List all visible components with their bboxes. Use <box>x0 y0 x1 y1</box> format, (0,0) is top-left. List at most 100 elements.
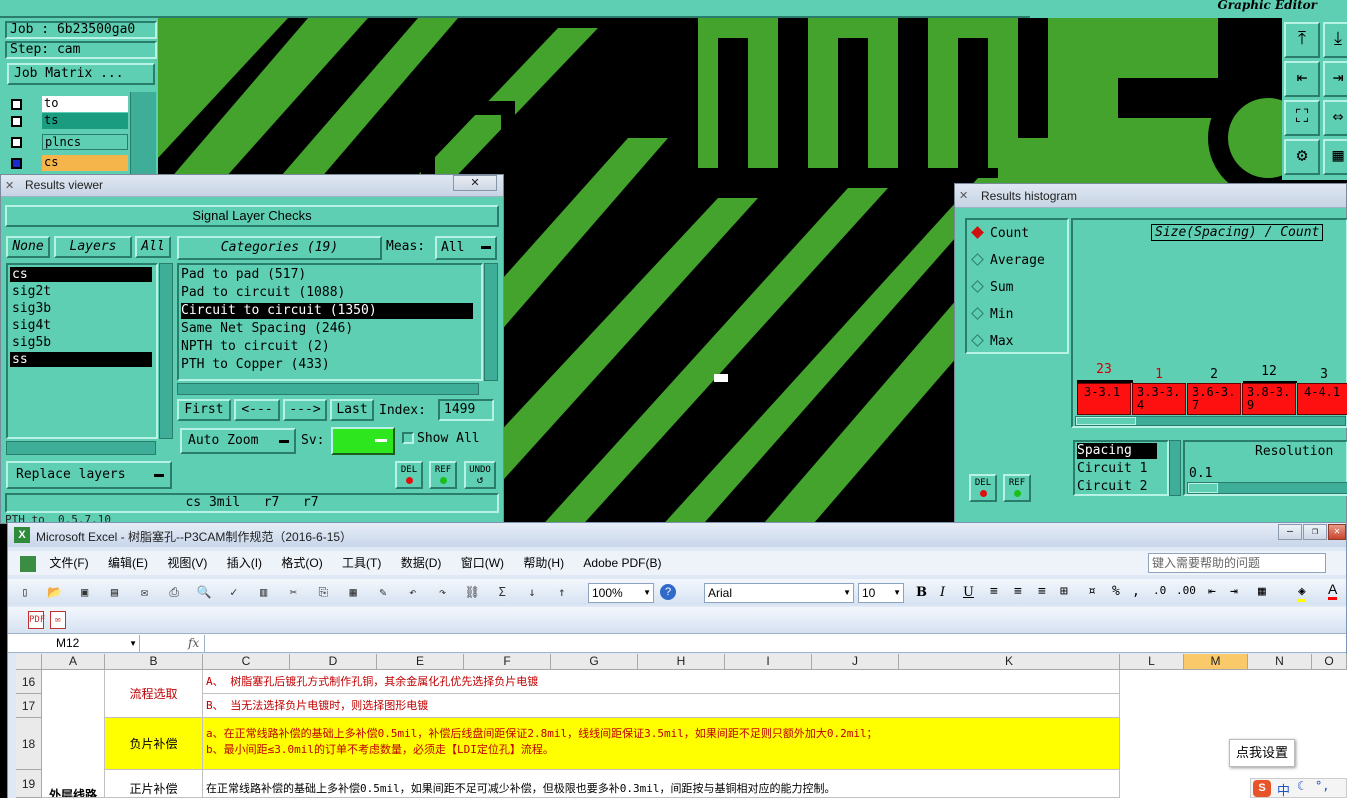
autosum-icon[interactable]: Σ <box>493 583 511 601</box>
layer-scrollbar[interactable] <box>130 92 156 178</box>
layer-list-item[interactable]: sig5b <box>10 335 152 350</box>
measure-icon[interactable]: ⚙ <box>1284 139 1320 175</box>
moon-icon[interactable]: ☾ <box>1297 779 1304 793</box>
category-item[interactable]: Pad to circuit (1088) <box>181 285 473 301</box>
next-button[interactable]: ---> <box>283 399 327 421</box>
settings-popup-button[interactable]: 点我设置 <box>1229 739 1295 767</box>
chart-hscroll[interactable] <box>1075 416 1346 426</box>
ime-mode-label[interactable]: 中 <box>1277 780 1290 798</box>
print-preview-icon[interactable]: 🔍 <box>195 583 213 601</box>
cell-a19[interactable]: 外层线路 <box>42 770 105 798</box>
hyperlink-icon[interactable]: ⛓ <box>463 583 481 601</box>
align-left-icon[interactable]: ≡ <box>990 584 998 599</box>
col-header[interactable]: N <box>1248 654 1312 670</box>
currency-icon[interactable]: ¤ <box>1088 584 1096 599</box>
slider-thumb[interactable] <box>1188 483 1218 493</box>
all-button[interactable]: All <box>135 236 171 258</box>
row-header[interactable]: 17 <box>16 694 42 718</box>
font-color-icon[interactable]: A <box>1328 581 1338 600</box>
undo-icon[interactable]: ↶ <box>404 583 422 601</box>
decrease-decimal-icon[interactable]: .00 <box>1176 584 1196 597</box>
layer-row-to[interactable]: to <box>8 96 128 113</box>
categories-button[interactable]: Categories (19) <box>177 236 382 260</box>
decrease-indent-icon[interactable]: ⇤ <box>1208 584 1216 599</box>
col-header[interactable]: H <box>638 654 725 670</box>
help-search-input[interactable]: 键入需要帮助的问题 <box>1148 553 1326 573</box>
menu-insert[interactable]: 插入(I) <box>227 556 262 570</box>
punctuation-icon[interactable]: °, <box>1315 779 1329 793</box>
layer-row-plncs[interactable]: plncs <box>8 134 128 151</box>
fit-width-icon[interactable]: ⇔ <box>1323 100 1347 136</box>
percent-icon[interactable]: % <box>1112 584 1120 599</box>
cut-icon[interactable]: ✂ <box>284 583 302 601</box>
menu-data[interactable]: 数据(D) <box>401 556 442 570</box>
layer-list-hscroll[interactable] <box>6 441 156 455</box>
increase-decimal-icon[interactable]: .0 <box>1153 584 1166 597</box>
layer-checkbox[interactable] <box>11 158 22 169</box>
grid-icon[interactable]: ▦ <box>1323 139 1347 175</box>
col-header[interactable]: L <box>1120 654 1184 670</box>
sogou-icon[interactable]: S <box>1253 780 1271 797</box>
format-painter-icon[interactable]: ✎ <box>374 583 392 601</box>
italic-icon[interactable]: I <box>940 585 945 600</box>
paste-icon[interactable]: ▦ <box>344 583 362 601</box>
job-matrix-button[interactable]: Job Matrix ... <box>7 63 155 85</box>
option-average[interactable]: Average <box>971 253 1045 268</box>
comma-icon[interactable]: , <box>1132 584 1140 599</box>
permission-icon[interactable]: ▤ <box>105 583 123 601</box>
del-button[interactable]: DEL <box>395 461 423 489</box>
histogram-bar[interactable]: 3.6-3.7 <box>1187 383 1241 415</box>
option-count[interactable]: Count <box>971 226 1029 241</box>
histogram-titlebar[interactable]: ✕ Results histogram <box>955 184 1346 208</box>
cell-a16-18[interactable] <box>42 670 105 770</box>
minimize-icon[interactable]: – <box>1278 524 1302 540</box>
row-header[interactable]: 18 <box>16 718 42 770</box>
layer-list-item[interactable]: cs <box>10 267 152 282</box>
histogram-ref-button[interactable]: REF <box>1003 474 1031 502</box>
restore-icon[interactable]: ❐ <box>1303 524 1327 540</box>
histogram-list-item[interactable]: Spacing <box>1077 443 1157 459</box>
pan-left-icon[interactable]: ⇤ <box>1284 61 1320 97</box>
last-button[interactable]: Last <box>330 399 374 421</box>
layer-list[interactable]: cs sig2t sig3b sig4t sig5b ss <box>6 263 158 439</box>
histogram-del-button[interactable]: DEL <box>969 474 997 502</box>
font-name-select[interactable]: Arial ▼ <box>704 583 854 603</box>
col-header[interactable]: J <box>812 654 899 670</box>
row-header[interactable]: 16 <box>16 670 42 694</box>
col-header[interactable]: E <box>377 654 464 670</box>
formula-input[interactable] <box>204 635 1344 652</box>
col-header[interactable]: D <box>290 654 377 670</box>
sv-color-dropdown[interactable] <box>331 427 395 455</box>
name-box[interactable]: M12 ▼ <box>16 635 140 652</box>
sort-ascending-icon[interactable]: ↓ <box>523 583 541 601</box>
category-list[interactable]: Pad to pad (517) Pad to circuit (1088) C… <box>177 263 483 381</box>
col-header[interactable]: M <box>1184 654 1248 670</box>
histogram-list-item[interactable]: Circuit 2 <box>1077 479 1167 495</box>
option-max[interactable]: Max <box>971 334 1013 349</box>
ref-button[interactable]: REF <box>429 461 457 489</box>
increase-indent-icon[interactable]: ⇥ <box>1230 584 1238 599</box>
menu-format[interactable]: 格式(O) <box>281 556 322 570</box>
save-icon[interactable]: ▣ <box>76 583 94 601</box>
layer-list-vscroll[interactable] <box>159 263 173 439</box>
cell-b16[interactable]: 流程选取 <box>105 670 203 718</box>
col-header[interactable]: I <box>725 654 812 670</box>
fit-screen-icon[interactable]: ⛶ <box>1284 100 1320 136</box>
fill-color-icon[interactable]: ◈ <box>1298 584 1306 602</box>
category-item[interactable]: NPTH to circuit (2) <box>181 339 473 355</box>
underline-icon[interactable]: U <box>963 585 974 600</box>
font-size-select[interactable]: 10 ▼ <box>858 583 904 603</box>
function-icon[interactable]: fx <box>188 636 199 650</box>
zoom-home-icon[interactable]: ⤒ <box>1284 22 1320 58</box>
results-viewer-titlebar[interactable]: ✕ Results viewer ✕ <box>1 175 503 197</box>
sort-descending-icon[interactable]: ↑ <box>553 583 571 601</box>
none-button[interactable]: None <box>6 236 50 258</box>
layer-row-ts[interactable]: ts <box>8 113 128 130</box>
histogram-bar[interactable]: 3.8-3.9 <box>1242 383 1296 415</box>
resolution-slider[interactable] <box>1187 482 1347 494</box>
prev-button[interactable]: <--- <box>234 399 280 421</box>
pan-right-icon[interactable]: ⇥ <box>1323 61 1347 97</box>
sheet-icon[interactable] <box>20 555 36 572</box>
excel-titlebar[interactable]: X Microsoft Excel - 树脂塞孔--P3CAM制作规范（2016… <box>8 523 1346 547</box>
close-icon[interactable]: ✕ <box>1328 524 1346 540</box>
